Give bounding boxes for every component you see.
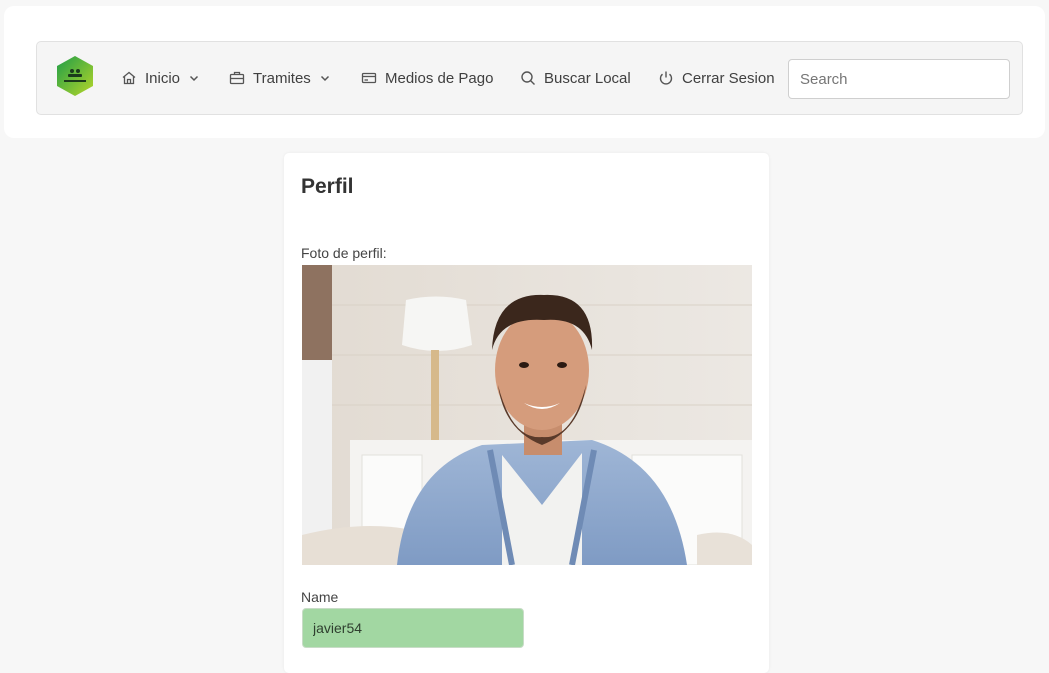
chevron-down-icon — [190, 75, 199, 82]
name-label: Name — [301, 589, 339, 605]
name-field[interactable] — [302, 608, 524, 648]
app-logo-icon[interactable] — [55, 55, 95, 97]
credit-card-icon — [361, 72, 377, 84]
nav-item-buscar-local[interactable]: Buscar Local — [520, 66, 631, 90]
chevron-down-icon — [320, 75, 329, 82]
search-icon — [521, 71, 535, 85]
profile-card: Perfil Foto de perfil: Name javier54 — [284, 153, 769, 673]
home-icon — [122, 71, 136, 85]
nav-item-inicio[interactable]: Inicio — [121, 66, 200, 90]
nav-label-cerrar-sesion: Cerrar Sesion — [682, 69, 775, 87]
top-navbar: Inicio Tramites Medios de Pago Buscar Lo… — [36, 41, 1023, 115]
header-card: Inicio Tramites Medios de Pago Buscar Lo… — [4, 6, 1045, 138]
nav-item-tramites[interactable]: Tramites — [229, 66, 331, 90]
page-title: Perfil — [301, 175, 354, 198]
briefcase-icon — [229, 71, 245, 85]
nav-label-tramites: Tramites — [253, 69, 311, 87]
nav-label-medios-de-pago: Medios de Pago — [385, 69, 494, 87]
search-input[interactable] — [788, 59, 1010, 99]
nav-item-medios-de-pago[interactable]: Medios de Pago — [361, 66, 493, 90]
nav-label-inicio: Inicio — [145, 69, 181, 87]
photo-label: Foto de perfil: — [301, 245, 387, 261]
nav-item-cerrar-sesion[interactable]: Cerrar Sesion — [658, 66, 775, 90]
power-icon — [659, 71, 673, 85]
nav-label-buscar-local: Buscar Local — [544, 69, 631, 87]
profile-photo — [302, 265, 752, 565]
